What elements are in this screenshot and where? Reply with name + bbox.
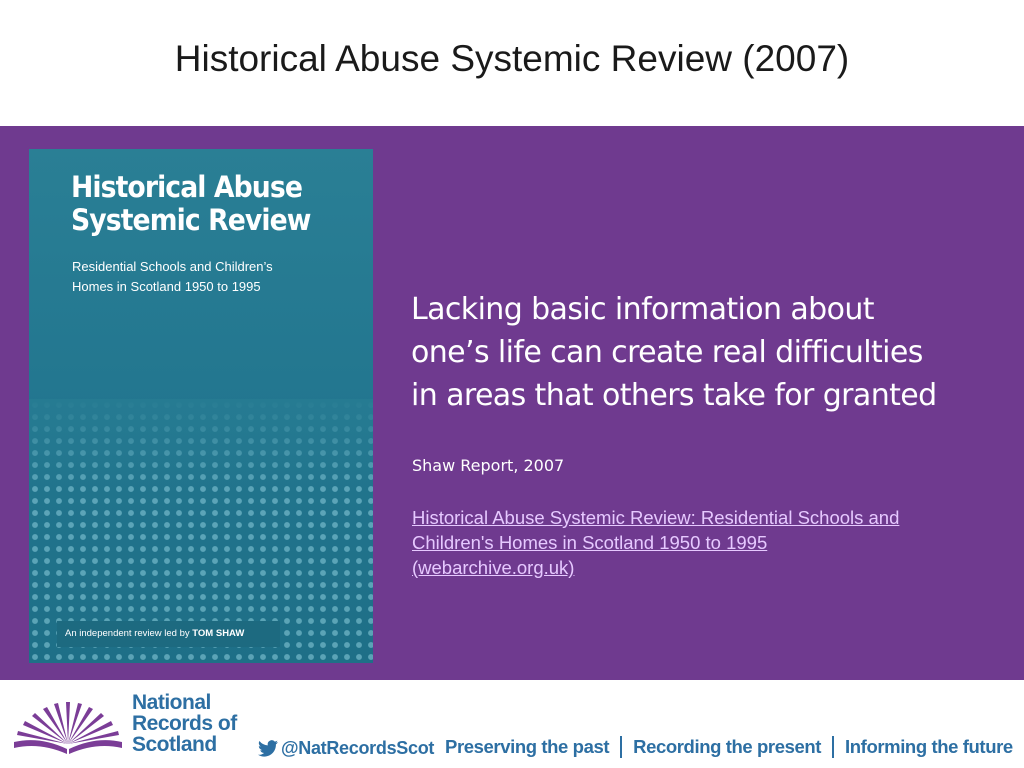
quote-attribution: Shaw Report, 2007	[412, 456, 565, 475]
slide-title: Historical Abuse Systemic Review (2007)	[174, 38, 850, 79]
quote-line: one’s life can create real difficulties	[411, 335, 923, 370]
twitter-link[interactable]: @NatRecordsScot	[258, 738, 434, 759]
source-link-line[interactable]: (webarchive.org.uk)	[412, 555, 987, 580]
source-link-line[interactable]: Children's Homes in Scotland 1950 to 199…	[412, 530, 987, 555]
logo-line: National	[132, 691, 211, 714]
report-cover-image: Historical Abuse Systemic Review Residen…	[29, 149, 373, 663]
source-link-line[interactable]: Historical Abuse Systemic Review: Reside…	[412, 505, 987, 530]
cover-footer-text: An independent review led by	[65, 628, 193, 639]
logo-line: Scotland	[132, 733, 217, 756]
cover-subtitle-line: Residential Schools and Children’s	[72, 259, 273, 274]
cover-subtitle: Residential Schools and Children’s Homes…	[72, 257, 322, 297]
cover-footer-label: An independent review led by TOM SHAW	[57, 621, 280, 647]
cover-dot-fade	[29, 399, 373, 489]
source-link[interactable]: Historical Abuse Systemic Review: Reside…	[412, 505, 987, 580]
tagline-item: Informing the future	[845, 736, 1013, 757]
logo-line: Records of	[132, 712, 237, 735]
tagline-item: Preserving the past	[445, 736, 610, 757]
cover-title-line: Historical Abuse	[71, 170, 303, 204]
cover-footer-name: TOM SHAW	[192, 628, 245, 639]
cover-title-line: Systemic Review	[71, 203, 311, 237]
cover-subtitle-line: Homes in Scotland 1950 to 1995	[72, 279, 261, 294]
twitter-handle[interactable]: @NatRecordsScot	[281, 738, 434, 759]
nrs-logo-icon	[14, 702, 122, 754]
quote-line: Lacking basic information about	[411, 292, 875, 327]
footer: National Records of Scotland @NatRecords…	[0, 680, 1024, 768]
cover-title: Historical Abuse Systemic Review	[71, 171, 338, 237]
quote-line: in areas that others take for granted	[411, 378, 937, 413]
tagline-divider	[832, 736, 835, 758]
nrs-logo-text: National Records of Scotland	[132, 692, 237, 755]
tagline-divider	[620, 736, 623, 758]
tagline-item: Recording the present	[633, 736, 822, 757]
quote-text: Lacking basic information about one’s li…	[411, 288, 991, 417]
tagline: Preserving the past Recording the presen…	[445, 736, 1013, 758]
twitter-icon	[258, 740, 278, 757]
